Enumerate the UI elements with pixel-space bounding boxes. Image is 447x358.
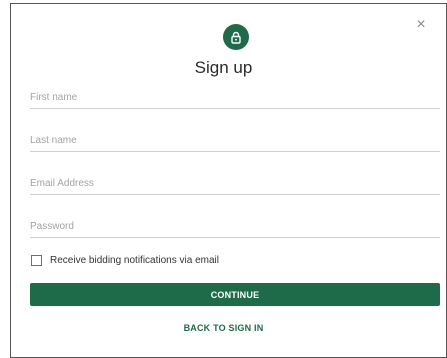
last-name-input[interactable]	[30, 130, 440, 151]
password-input[interactable]	[30, 216, 440, 237]
first-name-input[interactable]	[30, 87, 440, 108]
first-name-field[interactable]	[30, 87, 440, 109]
email-field[interactable]	[30, 173, 440, 195]
page-title: Sign up	[194, 58, 253, 77]
back-to-sign-in-link[interactable]: BACK TO SIGN IN	[0, 323, 447, 333]
continue-button[interactable]: CONTINUE	[30, 283, 440, 306]
lock-icon	[231, 31, 241, 44]
last-name-field[interactable]	[30, 130, 440, 152]
notifications-row[interactable]: Receive bidding notifications via email	[31, 255, 219, 266]
notifications-label: Receive bidding notifications via email	[50, 255, 219, 266]
password-field[interactable]	[30, 216, 440, 238]
notifications-checkbox[interactable]	[31, 255, 42, 266]
lock-badge	[223, 24, 249, 50]
email-input[interactable]	[30, 173, 440, 194]
close-icon[interactable]: ×	[414, 17, 428, 33]
